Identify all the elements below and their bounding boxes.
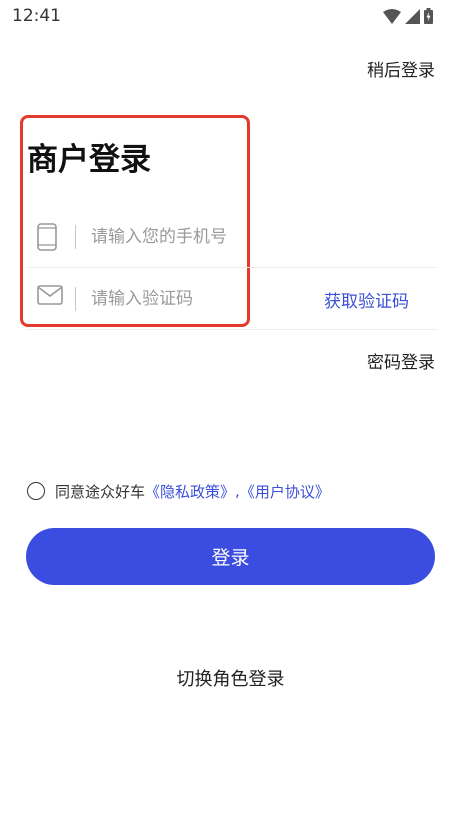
status-icons bbox=[383, 8, 433, 24]
privacy-policy-link[interactable]: 《隐私政策》 bbox=[145, 481, 235, 502]
input-divider bbox=[75, 287, 76, 311]
code-row: 获取验证码 bbox=[27, 269, 437, 330]
agree-radio[interactable] bbox=[27, 482, 45, 500]
input-divider bbox=[75, 225, 76, 249]
wifi-icon bbox=[383, 8, 401, 24]
battery-icon bbox=[424, 8, 433, 24]
page-title: 商户登录 bbox=[27, 142, 151, 178]
signal-icon bbox=[405, 8, 420, 24]
user-agreement-link[interactable]: 《用户协议》 bbox=[240, 481, 330, 502]
status-time: 12:41 bbox=[12, 6, 61, 26]
status-bar: 12:41 bbox=[0, 0, 461, 34]
mail-icon bbox=[37, 285, 63, 309]
agreement-prefix: 同意途众好车 bbox=[55, 482, 146, 501]
switch-role-link[interactable]: 切换角色登录 bbox=[0, 665, 461, 691]
phone-row bbox=[27, 207, 437, 268]
password-login-link[interactable]: 密码登录 bbox=[367, 348, 435, 373]
login-button[interactable]: 登录 bbox=[26, 528, 435, 585]
phone-input[interactable] bbox=[91, 221, 331, 253]
later-login-link[interactable]: 稍后登录 bbox=[367, 56, 435, 81]
get-code-button[interactable]: 获取验证码 bbox=[324, 287, 409, 312]
phone-icon bbox=[37, 223, 57, 255]
agreement-row: 同意途众好车 《隐私政策》 , 《用户协议》 bbox=[27, 480, 330, 502]
code-input[interactable] bbox=[91, 283, 331, 315]
